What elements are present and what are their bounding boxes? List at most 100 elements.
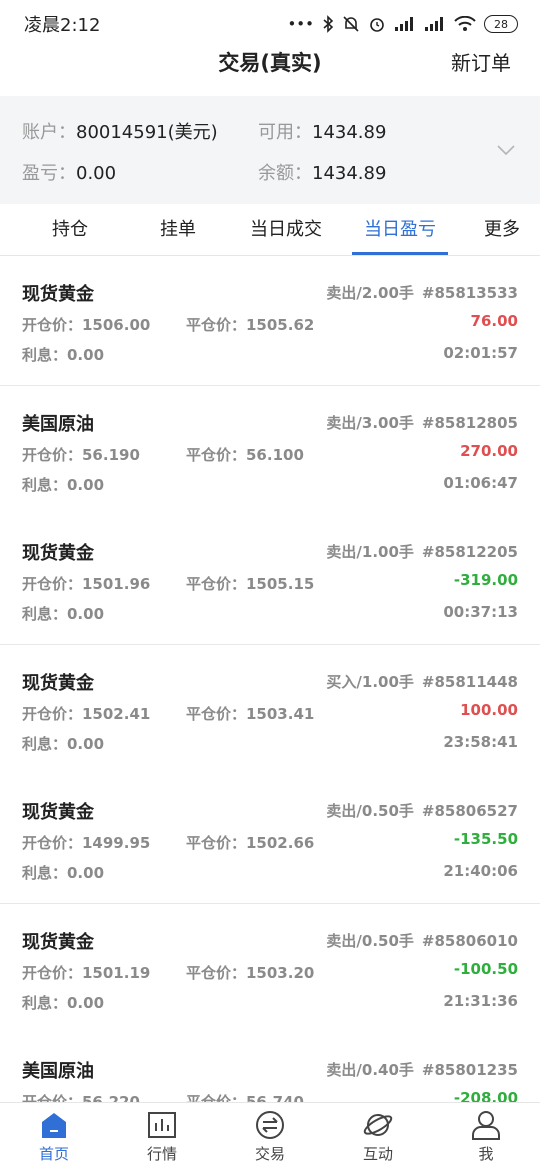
order-time: 00:37:13 xyxy=(443,603,518,621)
pl-value: 0.00 xyxy=(76,163,117,184)
bluetooth-icon xyxy=(323,15,334,33)
order-side: 买入/1.00手 xyxy=(326,673,414,691)
order-side: 卖出/1.00手 xyxy=(326,543,414,561)
order-profit-loss: -135.50 xyxy=(453,830,518,848)
order-name: 现货黄金 xyxy=(22,932,94,953)
open-price: 开仓价：1502.41 xyxy=(22,705,151,723)
open-price: 开仓价：1501.19 xyxy=(22,964,151,982)
chart-icon xyxy=(148,1112,176,1138)
order-row[interactable]: 现货黄金 开仓价：1501.96 平仓价：1505.15 -319.00 利息：0.00… xyxy=(0,515,540,645)
battery-icon: 28 xyxy=(484,15,518,33)
order-interest: 利息：0.00 xyxy=(22,735,105,753)
close-price: 平仓价：1502.66 xyxy=(186,834,315,852)
order-list[interactable]: 现货黄金 开仓价：1506.00 平仓价：1505.62 76.00 利息：0.00 02… xyxy=(0,256,540,1102)
order-interest: 利息：0.00 xyxy=(22,864,105,882)
order-side: 卖出/0.50手 xyxy=(326,932,414,950)
order-side-id: 卖出/0.40手 #85801235 xyxy=(326,1059,518,1080)
order-side: 卖出/0.40手 xyxy=(326,1061,414,1079)
open-price: 开仓价：1499.95 xyxy=(22,834,151,852)
order-side-id: 卖出/2.00手 #85813533 xyxy=(326,282,518,303)
available-label: 可用： xyxy=(258,122,312,143)
order-profit-loss: 270.00 xyxy=(460,442,518,460)
trade-icon xyxy=(256,1111,284,1139)
close-price: 平仓价：1505.62 xyxy=(186,316,315,334)
order-id: #85813533 xyxy=(421,284,518,302)
tab-today-deals[interactable]: 当日成交 xyxy=(238,204,334,256)
signal-icon xyxy=(395,17,413,31)
tab-pending-orders[interactable]: 挂单 xyxy=(130,204,226,256)
close-price: 平仓价：1503.20 xyxy=(186,964,315,982)
tab-bar: 持仓 挂单 当日成交 当日盈亏 更多 xyxy=(0,204,540,256)
nav-me-label: 我 xyxy=(478,1145,494,1163)
tab-more[interactable]: 更多 xyxy=(472,204,532,256)
account-number: 账户：80014591(美元) xyxy=(22,118,218,144)
order-side-id: 买入/1.00手 #85811448 xyxy=(326,671,518,692)
nav-interact-label: 互动 xyxy=(362,1145,393,1163)
order-time: 01:06:47 xyxy=(443,474,518,492)
close-price: 平仓价：56.100 xyxy=(186,446,304,464)
order-name: 美国原油 xyxy=(22,1061,94,1082)
planet-icon xyxy=(363,1114,393,1136)
order-side-id: 卖出/3.00手 #85812805 xyxy=(326,412,518,433)
order-time: 21:40:06 xyxy=(443,862,518,880)
order-time: 21:31:36 xyxy=(443,992,518,1010)
order-interest: 利息：0.00 xyxy=(22,994,105,1012)
tab-today-pl[interactable]: 当日盈亏 xyxy=(352,204,448,256)
close-price: 平仓价：1505.15 xyxy=(186,575,315,593)
order-id: #85812805 xyxy=(421,414,518,432)
signal-2-icon xyxy=(425,17,443,31)
person-icon xyxy=(472,1111,500,1140)
status-bar: 凌晨2:12 ••• 28 xyxy=(0,0,540,48)
close-price: 平仓价：56.740 xyxy=(186,1093,304,1102)
order-id: #85811448 xyxy=(421,673,518,691)
order-row[interactable]: 美国原油开仓价：56.190 平仓价：56.100 270.00 利息：0.00 01:… xyxy=(0,386,540,516)
nav-market[interactable]: 行情 xyxy=(108,1103,216,1170)
bottom-nav: 首页 行情 交易 互动 我 xyxy=(0,1102,540,1170)
pl-label: 盈亏： xyxy=(22,163,76,184)
tab-positions[interactable]: 持仓 xyxy=(22,204,118,256)
order-interest: 利息：0.00 xyxy=(22,346,105,364)
order-interest: 利息：0.00 xyxy=(22,476,105,494)
nav-me[interactable]: 我 xyxy=(432,1103,540,1170)
available-funds: 可用：1434.89 xyxy=(258,118,386,144)
order-name: 美国原油 xyxy=(22,414,94,435)
order-side-id: 卖出/1.00手 #85812205 xyxy=(326,541,518,562)
order-row[interactable]: 现货黄金开仓价：1502.41 平仓价：1503.41 100.00 利息：0.00 2… xyxy=(0,645,540,775)
open-price: 开仓价：56.190 xyxy=(22,446,140,464)
order-interest: 利息：0.00 xyxy=(22,605,105,623)
account-summary[interactable]: 账户：80014591(美元) 可用：1434.89 盈亏：0.00 余额：14… xyxy=(0,96,540,204)
order-row[interactable]: 现货黄金 开仓价：1506.00 平仓价：1505.62 76.00 利息：0.00 02… xyxy=(0,256,540,386)
chevron-down-icon[interactable] xyxy=(496,140,516,160)
order-profit-loss: 100.00 xyxy=(460,701,518,719)
order-profit-loss: 76.00 xyxy=(470,312,518,330)
close-price: 平仓价：1503.41 xyxy=(186,705,315,723)
available-value: 1434.89 xyxy=(312,122,387,143)
order-side: 卖出/2.00手 xyxy=(326,284,414,302)
nav-bar: 交易(真实) 新订单 xyxy=(0,48,540,96)
nav-trade[interactable]: 交易 xyxy=(216,1103,324,1170)
nav-trade-label: 交易 xyxy=(254,1145,285,1163)
nav-home-label: 首页 xyxy=(38,1145,69,1163)
open-price: 开仓价：56.220 xyxy=(22,1093,140,1102)
nav-home[interactable]: 首页 xyxy=(0,1103,108,1170)
order-name: 现货黄金 xyxy=(22,543,94,564)
balance-value: 1434.89 xyxy=(312,163,387,184)
order-id: #85812205 xyxy=(421,543,518,561)
order-time: 23:58:41 xyxy=(443,733,518,751)
order-row[interactable]: 现货黄金 开仓价：1501.19 平仓价：1503.20 -100.50 利息：0.00… xyxy=(0,904,540,1034)
order-row[interactable]: 现货黄金 开仓价：1499.95 平仓价：1502.66 -135.50 利息：0.00… xyxy=(0,774,540,904)
account-value: 80014591(美元) xyxy=(76,122,218,143)
order-name: 现货黄金 xyxy=(22,673,94,694)
order-row[interactable]: 美国原油开仓价：56.220平仓价：56.740-208.00利息：0.00卖出… xyxy=(0,1033,540,1102)
order-id: #85801235 xyxy=(421,1061,518,1079)
order-profit-loss: -208.00 xyxy=(453,1089,518,1102)
account-label: 账户： xyxy=(22,122,76,143)
order-id: #85806010 xyxy=(421,932,518,950)
order-name: 现货黄金 xyxy=(22,284,94,305)
order-side: 卖出/0.50手 xyxy=(326,802,414,820)
nav-interact[interactable]: 互动 xyxy=(324,1103,432,1170)
status-icons: ••• 28 xyxy=(287,15,518,33)
new-order-button[interactable]: 新订单 xyxy=(451,48,511,78)
order-time: 02:01:57 xyxy=(443,344,518,362)
wifi-icon xyxy=(454,16,476,31)
